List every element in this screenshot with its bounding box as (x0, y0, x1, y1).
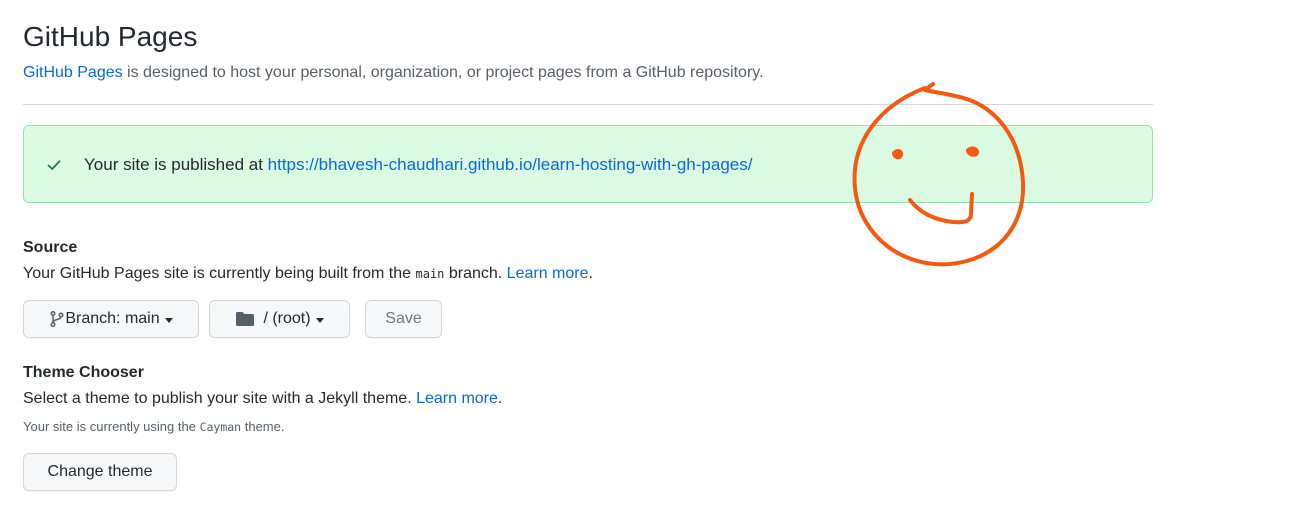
theme-learn-more-link[interactable]: Learn more (416, 390, 498, 407)
source-period: . (588, 265, 593, 282)
save-button[interactable]: Save (365, 300, 442, 338)
source-description: Your GitHub Pages site is currently bein… (23, 263, 593, 285)
published-label: Your site is published at (84, 155, 268, 174)
theme-desc-text: Select a theme to publish your site with… (23, 390, 417, 407)
theme-description: Select a theme to publish your site with… (23, 388, 502, 410)
published-banner: Your site is published at https://bhaves… (23, 125, 1153, 203)
theme-note: Your site is currently using the Cayman … (23, 418, 284, 436)
check-icon (47, 160, 61, 170)
theme-chooser-title: Theme Chooser (23, 364, 144, 381)
intro-text: is designed to host your personal, organ… (122, 64, 764, 81)
source-desc-text: Your GitHub Pages site is currently bein… (23, 265, 416, 282)
theme-period: . (497, 390, 503, 407)
change-theme-button[interactable]: Change theme (23, 453, 177, 491)
branch-code: main (415, 267, 445, 281)
source-learn-more-link[interactable]: Learn more (507, 265, 589, 282)
published-url-link[interactable]: https://bhavesh-chaudhari.github.io/lear… (268, 155, 753, 174)
caret-down-icon (315, 317, 324, 323)
branch-select-label: Branch: main (65, 310, 160, 327)
git-branch-icon (49, 310, 65, 328)
theme-note-text: Your site is currently using the (23, 419, 200, 434)
folder-icon (235, 311, 255, 327)
theme-name-code: Cayman (199, 420, 242, 434)
github-pages-link[interactable]: GitHub Pages (23, 64, 123, 81)
page-title: GitHub Pages (23, 21, 198, 52)
branch-select-button[interactable]: Branch: main (23, 300, 199, 338)
page-intro: GitHub Pages is designed to host your pe… (23, 62, 764, 84)
published-message: Your site is published at https://bhaves… (84, 154, 752, 176)
source-desc-text-2: branch. (444, 265, 507, 282)
folder-select-label: / (root) (263, 310, 311, 327)
folder-select-button[interactable]: / (root) (209, 300, 350, 338)
source-title: Source (23, 239, 78, 256)
divider (23, 104, 1153, 105)
theme-note-text-2: theme. (241, 419, 285, 434)
caret-down-icon (164, 317, 173, 323)
